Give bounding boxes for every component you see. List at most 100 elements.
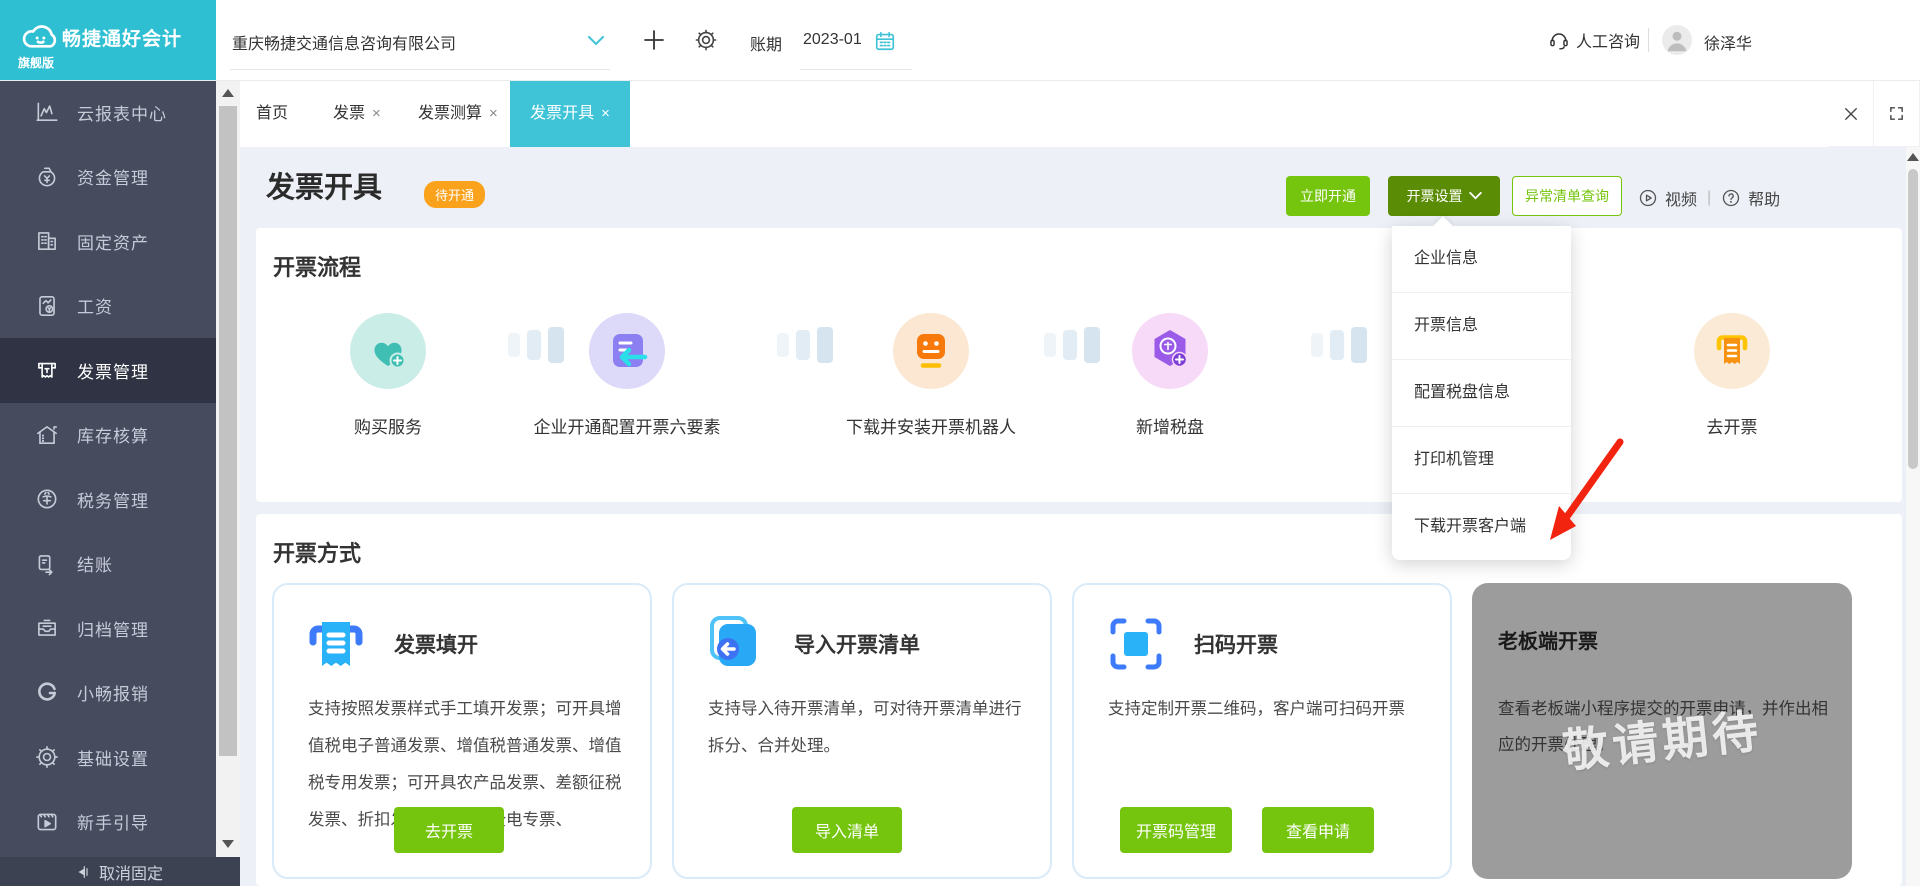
add-account-icon[interactable] (642, 28, 666, 52)
flow-separator (508, 327, 564, 363)
scroll-up-icon[interactable] (222, 89, 234, 97)
flow-separator (1044, 327, 1100, 363)
sidebar-item-fixed-assets[interactable]: 固定资产 (0, 209, 216, 274)
flow-separator (1311, 327, 1367, 363)
sidebar-scrollbar[interactable] (216, 80, 240, 857)
menu-item-company-info[interactable]: 企业信息 (1392, 226, 1571, 293)
sidebar-scrollbar-thumb[interactable] (219, 106, 237, 756)
menu-item-printer-management[interactable]: 打印机管理 (1392, 427, 1571, 494)
invoice-methods-section: 开票方式 发票填开 支持按照发票样式手工填开发票；可开具增值税电子普通发票、增值… (256, 514, 1902, 886)
flow-section-title: 开票流程 (273, 255, 362, 280)
flow-step-buy-service (350, 313, 426, 389)
sidebar-item-archive[interactable]: 归档管理 (0, 596, 216, 661)
closing-icon (38, 554, 53, 576)
sidebar-item-funds[interactable]: 资金管理 (0, 145, 216, 210)
sidebar-item-tax[interactable]: 税务管理 (0, 467, 216, 532)
avatar[interactable] (1662, 25, 1692, 55)
money-bag-icon (38, 167, 56, 187)
main-scrollbar[interactable] (1906, 147, 1920, 886)
sidebar-item-inventory[interactable]: 库存核算 (0, 403, 216, 468)
activate-now-button[interactable]: 立即开通 (1286, 176, 1370, 216)
method-card-scan-code: 扫码开票 支持定制开票二维码，客户端可扫码开票 开票码管理 查看申请 (1072, 583, 1452, 879)
method-card-desc: 支持导入待开票清单，可对待开票清单进行拆分、合并处理。 (708, 700, 1022, 755)
menu-item-invoice-info[interactable]: 开票信息 (1392, 293, 1571, 360)
flow-step-go-invoice (1694, 313, 1770, 389)
flow-separator (777, 327, 833, 363)
cloud-logo-icon (20, 18, 60, 58)
app-title: 畅捷通好会计 (62, 29, 183, 50)
flow-step-label: 新增税盘 (1136, 418, 1204, 437)
tab-invoice-issue[interactable]: 发票开具 × (510, 80, 630, 147)
methods-section-title: 开票方式 (273, 541, 362, 566)
chevron-down-icon (1468, 192, 1482, 200)
invoice-settings-button[interactable]: 开票设置 (1388, 176, 1500, 216)
company-selector[interactable]: 重庆畅捷交通信息咨询有限公司 (232, 30, 456, 54)
invoice-flow-section: 开票流程 购买服务 企业开通配置开票六要素 下载并安装开票机器人 新增税盘 去开… (256, 228, 1902, 502)
period-value[interactable]: 2023-01 (803, 31, 862, 49)
flow-step-configure-elements (589, 313, 665, 389)
method-card-title: 导入开票清单 (794, 634, 920, 657)
method-card-boss-invoice: 老板端开票 查看老板端小程序提交的开票申请，并作出相应的开票处理。 敬请期待 (1472, 583, 1852, 879)
username[interactable]: 徐泽华 (1704, 30, 1752, 54)
method-card-invoice-fill: 发票填开 支持按照发票样式手工填开发票；可开具增值税电子普通发票、增值税普通发票… (272, 583, 652, 879)
main-scrollbar-thumb[interactable] (1908, 169, 1918, 469)
tab-tools (1828, 80, 1920, 147)
unpin-sidebar-button[interactable]: 取消固定 (0, 857, 240, 886)
settings-gear-icon (36, 746, 58, 769)
fullscreen-button[interactable] (1874, 81, 1919, 146)
header-divider (1648, 28, 1649, 52)
go-invoice-button[interactable]: 去开票 (394, 807, 504, 853)
sidebar-item-cloud-reports[interactable]: 云报表中心 (0, 80, 216, 145)
tab-home[interactable]: 首页 (256, 80, 288, 147)
view-applications-button[interactable]: 查看申请 (1262, 807, 1374, 853)
sidebar-item-expense[interactable]: 小畅报销 (0, 661, 216, 726)
calendar-icon[interactable] (874, 30, 896, 52)
company-underline (230, 69, 610, 70)
sidebar-item-settings[interactable]: 基础设置 (0, 725, 216, 790)
building-icon (38, 232, 56, 251)
gear-icon[interactable] (694, 28, 718, 52)
sidebar-item-invoice-management[interactable]: 发票管理 (0, 338, 216, 403)
support-link[interactable]: 人工咨询 (1548, 28, 1640, 52)
invoice-icon (38, 362, 56, 379)
close-tab-icon[interactable]: × (372, 105, 381, 122)
method-card-desc: 支持定制开票二维码，客户端可扫码开票 (1108, 700, 1405, 718)
menu-item-tax-disk-config[interactable]: 配置税盘信息 (1392, 360, 1571, 427)
invoice-settings-menu: 企业信息 开票信息 配置税盘信息 打印机管理 下载开票客户端 (1392, 216, 1571, 560)
tab-bar: 首页 发票 × 发票测算 × 发票开具 × (240, 80, 1920, 147)
invoice-fill-icon (304, 612, 368, 676)
abnormal-list-button[interactable]: 异常清单查询 (1512, 176, 1622, 216)
doc-arrow-icon (589, 313, 665, 389)
play-circle-icon (1639, 189, 1657, 207)
chevron-down-icon[interactable] (588, 36, 604, 46)
scan-qr-icon (1104, 612, 1168, 676)
close-tab-icon[interactable]: × (489, 105, 498, 122)
fullscreen-icon (1890, 107, 1903, 120)
invoice-code-manage-button[interactable]: 开票码管理 (1120, 807, 1232, 853)
status-badge: 待开通 (424, 181, 486, 208)
close-all-tabs-button[interactable] (1828, 81, 1873, 146)
sidebar-item-closing[interactable]: 结账 (0, 532, 216, 597)
flow-step-label: 企业开通配置开票六要素 (533, 418, 721, 437)
warehouse-icon (36, 425, 58, 444)
video-link[interactable]: 视频 (1665, 186, 1697, 210)
scroll-up-icon[interactable] (1907, 153, 1919, 161)
period-underline (800, 69, 912, 70)
import-list-icon (704, 612, 768, 676)
import-list-button[interactable]: 导入清单 (792, 807, 902, 853)
headset-icon (1550, 33, 1568, 50)
help-circle-icon (1723, 189, 1740, 207)
scroll-down-icon[interactable] (222, 840, 234, 848)
archive-icon (38, 619, 56, 637)
tab-invoice-calc[interactable]: 发票测算 × (418, 80, 498, 147)
app-logo: 畅捷通好会计 旗舰版 (0, 0, 216, 80)
close-tab-icon[interactable]: × (601, 105, 610, 122)
report-chart-icon (36, 102, 58, 122)
help-link[interactable]: 帮助 (1748, 186, 1780, 210)
close-icon (1844, 107, 1857, 120)
tab-invoice[interactable]: 发票 × (333, 80, 381, 147)
sidebar-item-guide[interactable]: 新手引导 (0, 790, 216, 855)
sidebar-item-payroll[interactable]: 工资 (0, 274, 216, 339)
menu-item-download-client[interactable]: 下载开票客户端 (1392, 494, 1571, 560)
video-help-links: 视频 | 帮助 (1638, 186, 1780, 210)
